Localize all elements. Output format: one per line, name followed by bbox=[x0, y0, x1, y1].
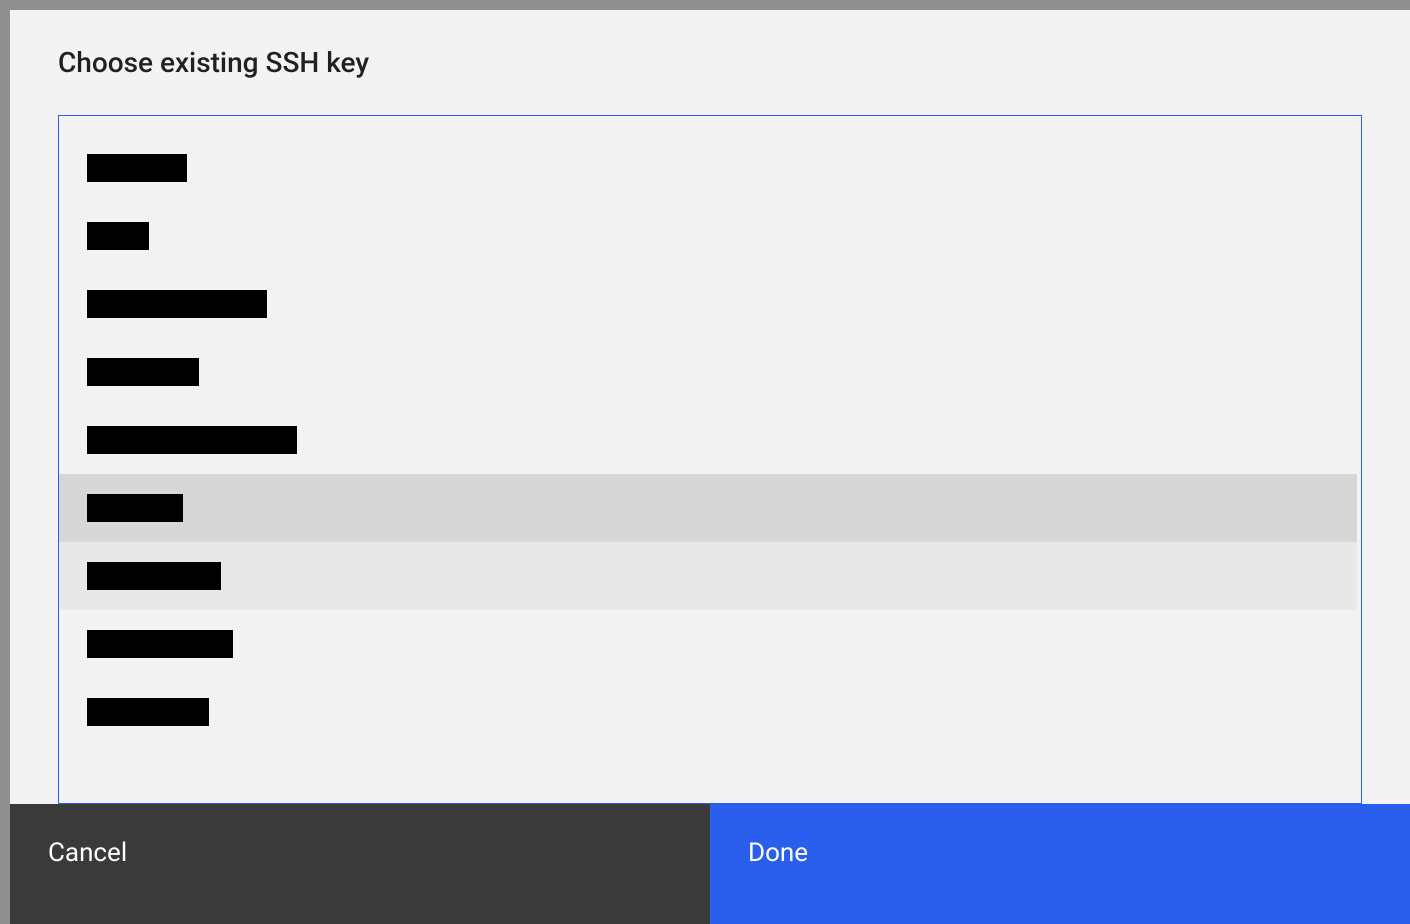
ssh-key-item[interactable] bbox=[59, 338, 1357, 406]
dialog-title: Choose existing SSH key bbox=[58, 46, 1362, 79]
ssh-key-list[interactable] bbox=[59, 116, 1361, 803]
ssh-key-label bbox=[87, 358, 199, 386]
button-bar: Cancel Done bbox=[10, 804, 1410, 924]
ssh-key-chooser-dialog: Choose existing SSH key Cancel Done bbox=[10, 10, 1410, 924]
ssh-key-label bbox=[87, 562, 221, 590]
ssh-key-item[interactable] bbox=[59, 542, 1357, 610]
ssh-key-item[interactable] bbox=[59, 474, 1357, 542]
ssh-key-list-container bbox=[58, 115, 1362, 804]
ssh-key-item[interactable] bbox=[59, 270, 1357, 338]
ssh-key-label bbox=[87, 154, 187, 182]
ssh-key-label bbox=[87, 494, 183, 522]
ssh-key-item[interactable] bbox=[59, 134, 1357, 202]
ssh-key-label bbox=[87, 630, 233, 658]
ssh-key-item[interactable] bbox=[59, 678, 1357, 746]
done-button[interactable]: Done bbox=[710, 804, 1410, 924]
dialog-content: Choose existing SSH key bbox=[10, 10, 1410, 804]
ssh-key-label bbox=[87, 426, 297, 454]
ssh-key-item[interactable] bbox=[59, 406, 1357, 474]
ssh-key-label bbox=[87, 222, 149, 250]
ssh-key-label bbox=[87, 698, 209, 726]
ssh-key-label bbox=[87, 290, 267, 318]
ssh-key-item[interactable] bbox=[59, 202, 1357, 270]
ssh-key-item[interactable] bbox=[59, 610, 1357, 678]
cancel-button[interactable]: Cancel bbox=[10, 804, 710, 924]
